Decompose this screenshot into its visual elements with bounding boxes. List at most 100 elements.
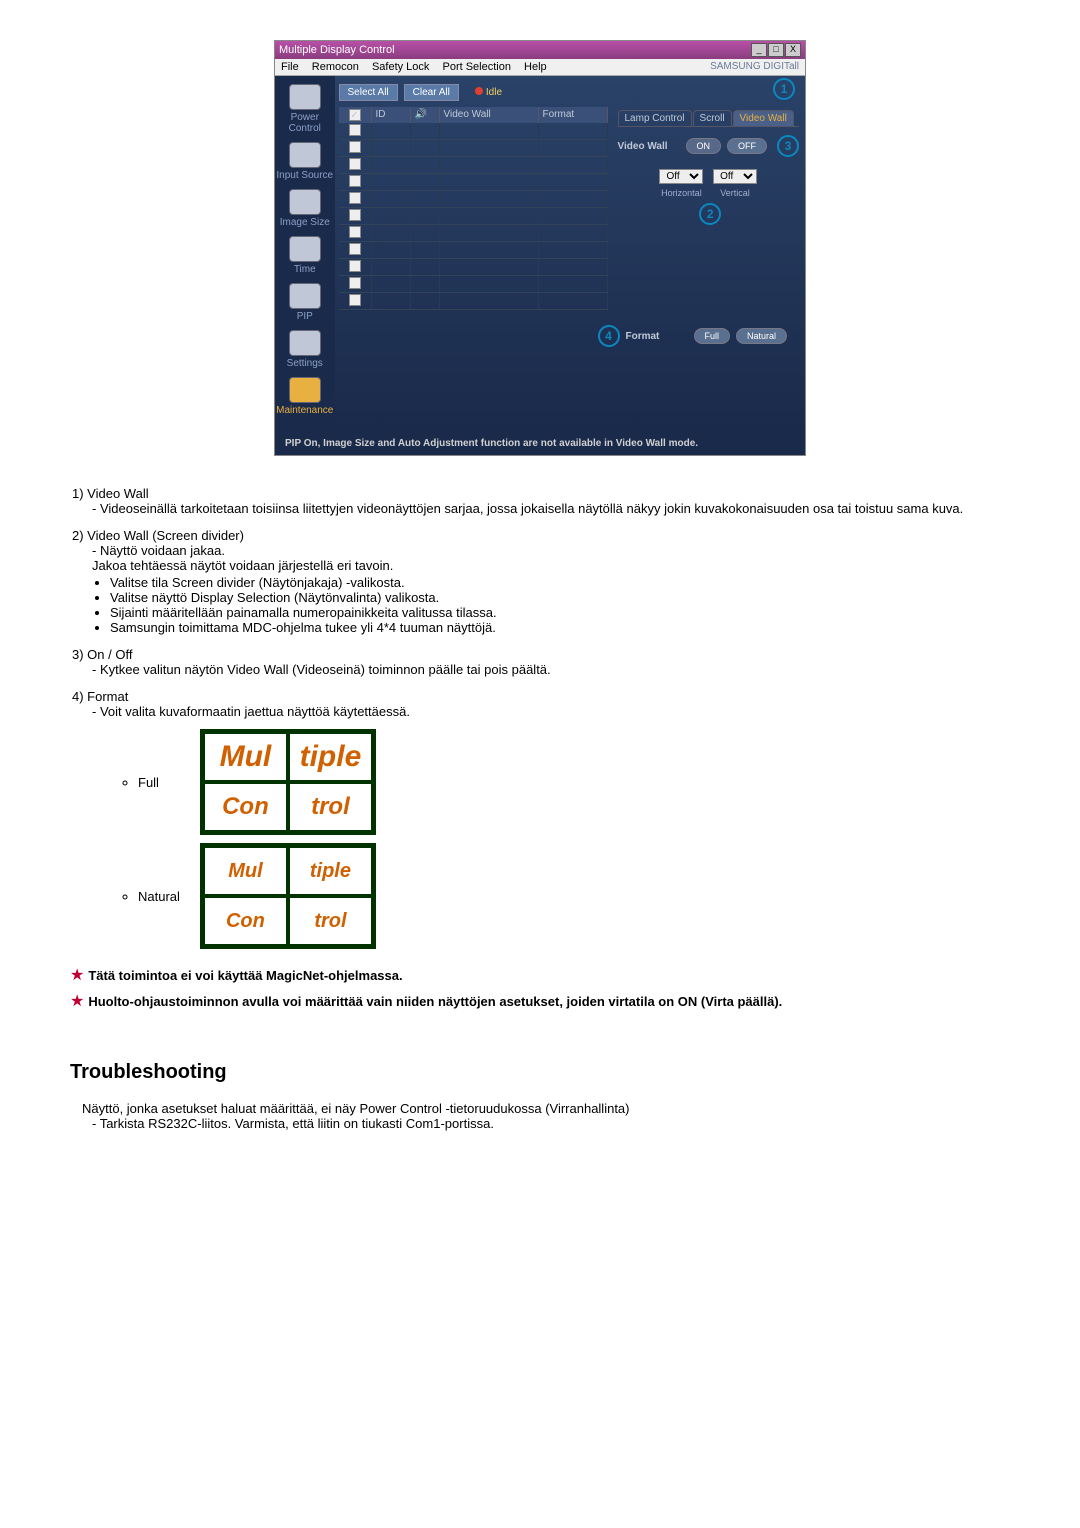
note-2-text: Huolto-ohjaustoiminnon avulla voi määrit…	[88, 994, 782, 1009]
maintenance-icon	[289, 377, 321, 403]
row-checkbox[interactable]	[349, 277, 361, 289]
header-checkbox[interactable]: ✓	[349, 109, 361, 121]
sidebar-item-power[interactable]: Power Control	[275, 84, 335, 134]
table-row[interactable]	[339, 157, 608, 174]
sidebar-label-pip: PIP	[297, 311, 313, 322]
menu-help[interactable]: Help	[524, 61, 547, 73]
item2-b2: Valitse näyttö Display Selection (Näytön…	[110, 590, 1010, 605]
menu-remocon[interactable]: Remocon	[312, 61, 359, 73]
horizontal-select[interactable]: Off	[659, 169, 703, 184]
row-checkbox[interactable]	[349, 192, 361, 204]
settings-icon	[289, 330, 321, 356]
status-message: PIP On, Image Size and Auto Adjustment f…	[275, 432, 805, 455]
tab-videowall[interactable]: Video Wall	[733, 110, 794, 126]
minimize-icon[interactable]: _	[751, 43, 767, 57]
table-row[interactable]	[339, 242, 608, 259]
sidebar-item-pip[interactable]: PIP	[275, 283, 335, 322]
menu-portselection[interactable]: Port Selection	[442, 61, 510, 73]
row-checkbox[interactable]	[349, 294, 361, 306]
full-button[interactable]: Full	[694, 328, 731, 344]
table-row[interactable]	[339, 123, 608, 140]
title-bar: Multiple Display Control _ □ X	[275, 41, 805, 59]
tab-lamp[interactable]: Lamp Control	[618, 110, 692, 126]
note-1-text: Tätä toimintoa ei voi käyttää MagicNet-o…	[88, 968, 402, 983]
natural-format-illustration: MultipleControl	[200, 843, 376, 949]
sidebar-item-input[interactable]: Input Source	[275, 142, 335, 181]
item3-title: 3) On / Off	[72, 647, 1010, 662]
sidebar-label-power: Power Control	[289, 112, 321, 134]
tab-scroll[interactable]: Scroll	[693, 110, 732, 126]
item2-b4: Samsungin toimittama MDC-ohjelma tukee y…	[110, 620, 1010, 635]
table-row[interactable]	[339, 276, 608, 293]
menu-safetylock[interactable]: Safety Lock	[372, 61, 429, 73]
idle-indicator: Idle	[475, 87, 502, 98]
sidebar-item-imgsize[interactable]: Image Size	[275, 189, 335, 228]
sidebar-item-maintenance[interactable]: Maintenance	[275, 377, 335, 416]
marker-2: 2	[699, 203, 721, 225]
sidebar-item-time[interactable]: Time	[275, 236, 335, 275]
row-checkbox[interactable]	[349, 260, 361, 272]
horizontal-label: Horizontal	[661, 188, 702, 198]
row-checkbox[interactable]	[349, 175, 361, 187]
time-icon	[289, 236, 321, 262]
item3-desc: - Kytkee valitun näytön Video Wall (Vide…	[92, 662, 1010, 677]
right-panel: Lamp Control Scroll Video Wall 1 Video W…	[612, 76, 806, 432]
table-row[interactable]	[339, 225, 608, 242]
window-title: Multiple Display Control	[279, 44, 395, 56]
off-button[interactable]: OFF	[727, 138, 767, 154]
clear-all-button[interactable]: Clear All	[404, 84, 459, 101]
videowall-label: Video Wall	[618, 141, 680, 152]
table-row[interactable]	[339, 208, 608, 225]
brand-label: SAMSUNG DIGITall	[710, 61, 799, 73]
sidebar-item-settings[interactable]: Settings	[275, 330, 335, 369]
row-checkbox[interactable]	[349, 158, 361, 170]
document-body: 1) Video Wall - Videoseinällä tarkoiteta…	[70, 486, 1010, 1131]
marker-4: 4	[598, 325, 620, 347]
vertical-select[interactable]: Off	[713, 169, 757, 184]
close-icon[interactable]: X	[785, 43, 801, 57]
maximize-icon[interactable]: □	[768, 43, 784, 57]
ts-item1a: - Tarkista RS232C-liitos. Varmista, että…	[92, 1116, 1010, 1131]
pip-icon	[289, 283, 321, 309]
note-1: ★ Tätä toimintoa ei voi käyttää MagicNet-…	[70, 965, 1010, 985]
full-label: Full	[138, 775, 180, 790]
row-checkbox[interactable]	[349, 226, 361, 238]
input-icon	[289, 142, 321, 168]
col-videowall: Video Wall	[440, 107, 539, 123]
row-checkbox[interactable]	[349, 243, 361, 255]
on-button[interactable]: ON	[686, 138, 722, 154]
item2-b: Jakoa tehtäessä näytöt voidaan järjestel…	[92, 558, 1010, 573]
menu-file[interactable]: File	[281, 61, 299, 73]
speaker-icon: 🔊	[411, 107, 440, 123]
format-table: Full MultipleControl Natural MultipleCon…	[112, 725, 386, 953]
table-row[interactable]	[339, 140, 608, 157]
sidebar: Power Control Input Source Image Size Ti…	[275, 76, 335, 432]
select-all-button[interactable]: Select All	[339, 84, 398, 101]
main-area: Power Control Input Source Image Size Ti…	[275, 76, 805, 432]
idle-label: Idle	[486, 87, 502, 98]
natural-button[interactable]: Natural	[736, 328, 787, 344]
ts-item1: Näyttö, jonka asetukset haluat määrittää…	[82, 1101, 630, 1116]
row-checkbox[interactable]	[349, 209, 361, 221]
table-row[interactable]	[339, 174, 608, 191]
item2-b3: Sijainti määritellään painamalla numerop…	[110, 605, 1010, 620]
row-checkbox[interactable]	[349, 141, 361, 153]
star-icon: ★	[70, 967, 84, 984]
row-checkbox[interactable]	[349, 124, 361, 136]
table-row[interactable]	[339, 293, 608, 310]
troubleshooting-list: Näyttö, jonka asetukset haluat määrittää…	[70, 1101, 1010, 1131]
item2-b1: Valitse tila Screen divider (Näytönjakaj…	[110, 575, 1010, 590]
natural-label: Natural	[138, 889, 180, 904]
display-table: ✓ ID 🔊 Video Wall Format	[339, 107, 608, 310]
marker-3: 3	[777, 135, 799, 157]
item2-title: 2) Video Wall (Screen divider)	[72, 528, 1010, 543]
sidebar-label-time: Time	[294, 264, 316, 275]
imgsize-icon	[289, 189, 321, 215]
table-row[interactable]	[339, 259, 608, 276]
item1-desc: - Videoseinällä tarkoitetaan toisiinsa l…	[92, 501, 1010, 516]
star-icon: ★	[70, 993, 84, 1010]
table-row[interactable]	[339, 191, 608, 208]
tab-row: Lamp Control Scroll Video Wall 1	[618, 110, 800, 127]
power-icon	[289, 84, 321, 110]
item4-desc: - Voit valita kuvaformaatin jaettua näyt…	[92, 704, 1010, 719]
